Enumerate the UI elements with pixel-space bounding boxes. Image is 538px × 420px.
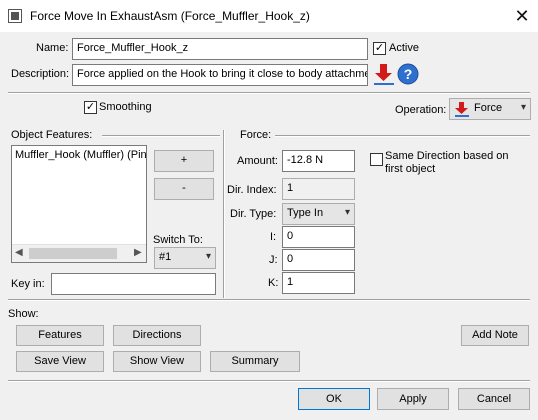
- dir-type-dropdown[interactable]: Type In ▾: [282, 203, 355, 225]
- active-label: Active: [389, 42, 419, 54]
- chevron-down-icon: ▾: [520, 102, 526, 113]
- k-label: K:: [268, 277, 279, 289]
- switch-to-value: #1: [159, 251, 172, 263]
- object-features-label: Object Features:: [11, 129, 93, 141]
- active-checkbox[interactable]: ✓: [373, 42, 386, 55]
- operation-dropdown[interactable]: Force ▾: [449, 98, 531, 120]
- force-divider: [275, 135, 530, 137]
- show-label: Show:: [8, 308, 39, 320]
- chevron-down-icon: ▾: [205, 251, 211, 262]
- cancel-button[interactable]: Cancel: [458, 388, 530, 410]
- amount-label: Amount:: [237, 155, 278, 167]
- directions-button[interactable]: Directions: [113, 325, 201, 346]
- description-field[interactable]: Force applied on the Hook to bring it cl…: [72, 64, 368, 86]
- group-divider: [223, 130, 225, 298]
- add-note-button[interactable]: Add Note: [461, 325, 529, 346]
- i-field[interactable]: 0: [282, 226, 355, 248]
- dir-type-value: Type In: [287, 207, 324, 219]
- direction-arrow-icon[interactable]: [373, 62, 395, 86]
- remove-feature-button[interactable]: -: [154, 178, 214, 200]
- app-icon: [8, 9, 22, 23]
- summary-button[interactable]: Summary: [210, 351, 300, 372]
- dir-index-label: Dir. Index:: [227, 184, 277, 196]
- same-direction-label: Same Direction based on first object: [385, 150, 509, 175]
- separator: [8, 380, 530, 382]
- title-bar: Force Move In ExhaustAsm (Force_Muffler_…: [0, 0, 538, 32]
- apply-button[interactable]: Apply: [377, 388, 449, 410]
- name-field[interactable]: Force_Muffler_Hook_z: [72, 38, 368, 60]
- object-features-divider: [102, 135, 220, 137]
- scrollbar-thumb[interactable]: [29, 248, 117, 259]
- separator: [8, 299, 530, 301]
- same-direction-checkbox[interactable]: [370, 153, 383, 166]
- i-label: I:: [270, 231, 277, 243]
- chevron-down-icon: ▾: [344, 207, 350, 218]
- show-view-button[interactable]: Show View: [113, 351, 201, 372]
- smoothing-label: Smoothing: [99, 101, 152, 113]
- scroll-left-icon[interactable]: ◀: [15, 247, 23, 258]
- save-view-button[interactable]: Save View: [16, 351, 104, 372]
- object-features-list[interactable]: Muffler_Hook (Muffler) (Pin ◀ ▶: [11, 145, 147, 263]
- name-label: Name:: [36, 42, 69, 54]
- j-label: J:: [269, 254, 278, 266]
- description-label: Description:: [11, 68, 70, 80]
- operation-value: Force: [474, 102, 503, 114]
- switch-to-label: Switch To:: [153, 234, 203, 246]
- switch-to-dropdown[interactable]: #1 ▾: [154, 247, 216, 269]
- operation-label: Operation:: [395, 104, 447, 116]
- j-field[interactable]: 0: [282, 249, 355, 271]
- smoothing-checkbox[interactable]: ✓: [84, 101, 97, 114]
- horizontal-scrollbar[interactable]: ◀ ▶: [12, 244, 146, 262]
- force-move-dialog: Force Move In ExhaustAsm (Force_Muffler_…: [0, 0, 538, 420]
- force-label: Force:: [240, 129, 272, 141]
- list-item[interactable]: Muffler_Hook (Muffler) (Pin: [15, 149, 146, 161]
- close-icon[interactable]: ✕: [510, 4, 534, 28]
- ok-button[interactable]: OK: [298, 388, 370, 410]
- scroll-right-icon[interactable]: ▶: [134, 247, 142, 258]
- svg-text:?: ?: [404, 66, 413, 82]
- keyin-field[interactable]: [51, 273, 216, 295]
- add-feature-button[interactable]: +: [154, 150, 214, 172]
- k-field[interactable]: 1: [282, 272, 355, 294]
- help-icon[interactable]: ?: [397, 63, 419, 85]
- force-arrow-icon: [455, 102, 469, 117]
- features-button[interactable]: Features: [16, 325, 104, 346]
- separator: [8, 92, 530, 94]
- amount-field[interactable]: -12.8 N: [282, 150, 355, 172]
- dir-type-label: Dir. Type:: [230, 208, 277, 220]
- dir-index-field: 1: [282, 178, 355, 200]
- window-title: Force Move In ExhaustAsm (Force_Muffler_…: [30, 9, 310, 23]
- keyin-label: Key in:: [11, 278, 45, 290]
